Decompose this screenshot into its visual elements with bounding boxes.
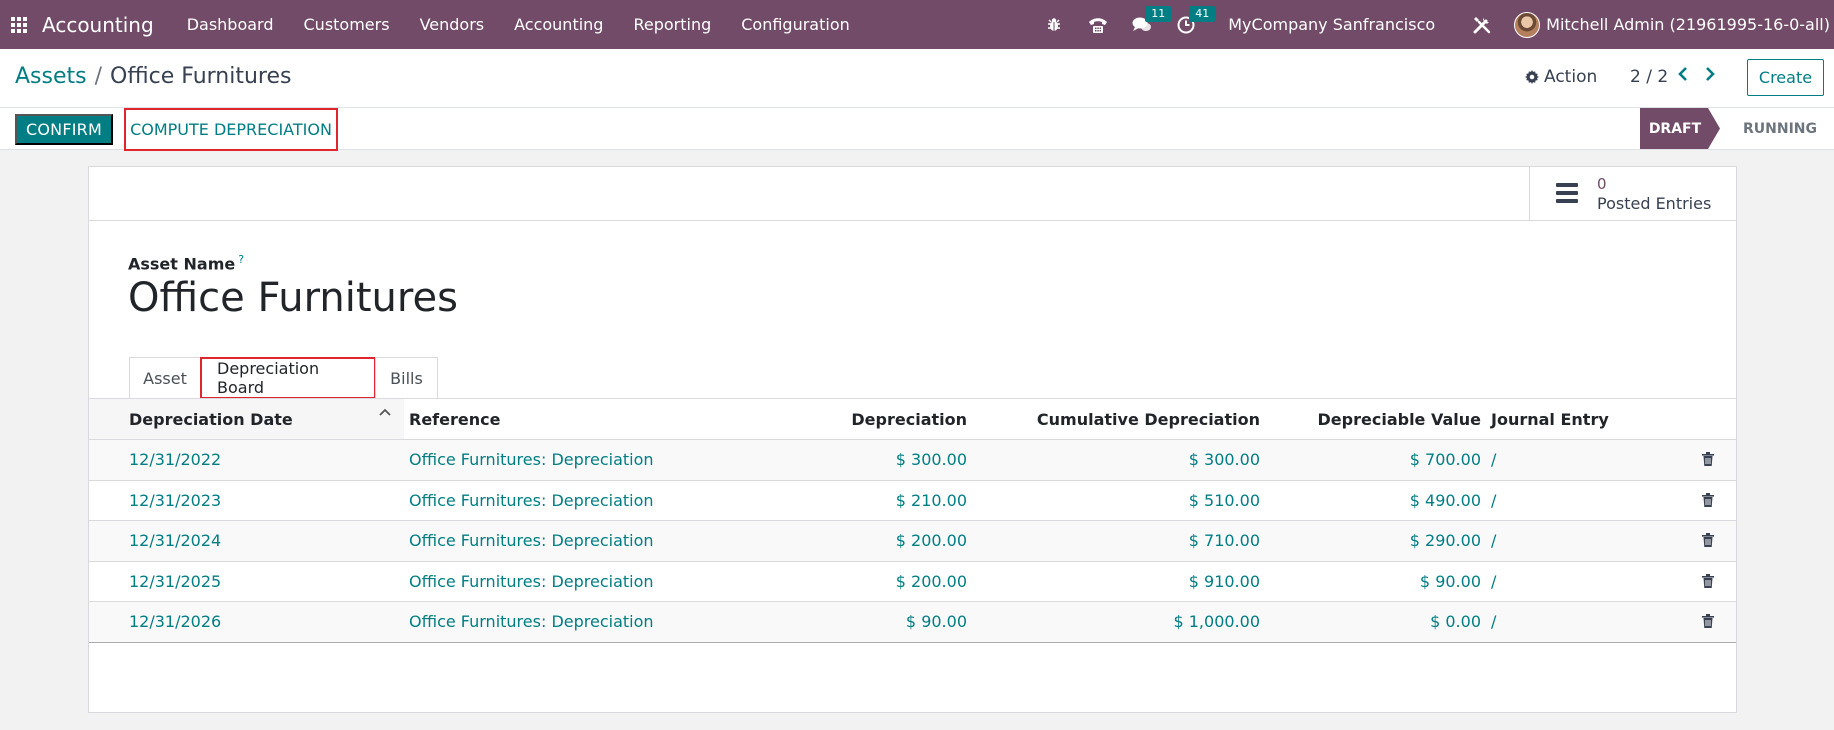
confirm-button[interactable]: CONFIRM [15, 114, 113, 145]
menu-vendors[interactable]: Vendors [420, 15, 485, 34]
posted-entries-count: 0 [1597, 175, 1607, 193]
activity-clock-icon[interactable]: 41 [1175, 5, 1216, 36]
reference-cell[interactable]: Office Furnitures: Depreciation [409, 450, 654, 469]
journal-entry-cell[interactable]: / [1491, 572, 1496, 591]
control-panel: Assets / Office Furnitures Action 2 / 2 … [0, 49, 1834, 107]
trash-icon[interactable] [1702, 613, 1716, 629]
asset-name-field[interactable]: Office Furnitures [128, 275, 458, 321]
table-row[interactable]: 12/31/2022 Office Furnitures: Depreciatio… [89, 440, 1736, 481]
cumulative-depreciation-cell[interactable]: $ 510.00 [1189, 491, 1260, 510]
depreciation-date-cell[interactable]: 12/31/2023 [129, 491, 221, 510]
cumulative-depreciation-cell[interactable]: $ 1,000.00 [1173, 612, 1260, 631]
gear-icon [1525, 70, 1539, 84]
trash-icon[interactable] [1702, 492, 1716, 508]
menu-dashboard[interactable]: Dashboard [187, 15, 274, 34]
user-menu[interactable]: Mitchell Admin (21961995-16-0-all) [1546, 15, 1830, 34]
depreciable-value-cell[interactable]: $ 90.00 [1420, 572, 1481, 591]
depreciation-date-cell[interactable]: 12/31/2026 [129, 612, 221, 631]
depreciation-cell[interactable]: $ 210.00 [896, 491, 967, 510]
pager-value[interactable]: 2 / 2 [1630, 67, 1668, 87]
user-avatar[interactable] [1514, 11, 1541, 38]
trash-icon[interactable] [1702, 573, 1716, 589]
table-row[interactable]: 12/31/2025 Office Furnitures: Depreciatio… [89, 562, 1736, 602]
apps-menu-icon[interactable] [11, 16, 27, 33]
reference-cell[interactable]: Office Furnitures: Depreciation [409, 531, 654, 550]
state-draft[interactable]: DRAFT [1640, 108, 1720, 149]
tools-icon[interactable] [1471, 14, 1493, 36]
depreciation-cell[interactable]: $ 200.00 [896, 531, 967, 550]
menu-configuration[interactable]: Configuration [741, 15, 850, 34]
sort-ascending-icon[interactable] [379, 407, 391, 423]
depreciation-date-cell[interactable]: 12/31/2025 [129, 572, 221, 591]
form-sheet: 0 Posted Entries Asset Name? Office Furn… [88, 166, 1737, 713]
menu-reporting[interactable]: Reporting [633, 15, 711, 34]
state-running[interactable]: RUNNING [1730, 108, 1830, 149]
depreciation-date-cell[interactable]: 12/31/2024 [129, 531, 221, 550]
app-brand[interactable]: Accounting [42, 13, 154, 37]
trash-icon[interactable] [1702, 451, 1716, 467]
pager-previous-icon[interactable] [1677, 66, 1693, 86]
tab-asset[interactable]: Asset [129, 357, 201, 399]
cumulative-depreciation-cell[interactable]: $ 910.00 [1189, 572, 1260, 591]
depreciable-value-cell[interactable]: $ 700.00 [1410, 450, 1481, 469]
depreciation-cell[interactable]: $ 90.00 [906, 612, 967, 631]
action-menu-button[interactable]: Action [1525, 67, 1597, 87]
posted-entries-label: Posted Entries [1597, 194, 1712, 213]
company-switcher[interactable]: MyCompany Sanfrancisco [1228, 15, 1435, 34]
create-button[interactable]: Create [1747, 59, 1824, 96]
top-navbar: Accounting Dashboard Customers Vendors A… [0, 0, 1834, 49]
help-tooltip-icon[interactable]: ? [238, 253, 244, 266]
messages-badge: 11 [1145, 5, 1172, 22]
column-cumulative-depreciation[interactable]: Cumulative Depreciation [1037, 410, 1260, 429]
table-row[interactable]: 12/31/2023 Office Furnitures: Depreciatio… [89, 481, 1736, 521]
notebook-tabs: Asset Depreciation Board Bills [129, 357, 438, 399]
breadcrumb-assets-link[interactable]: Assets [15, 64, 87, 89]
column-depreciation-date[interactable]: Depreciation Date [129, 410, 293, 429]
depreciation-cell[interactable]: $ 300.00 [896, 450, 967, 469]
action-label: Action [1544, 67, 1598, 87]
journal-entry-cell[interactable]: / [1491, 450, 1496, 469]
breadcrumb-current: Office Furnitures [110, 64, 292, 89]
journal-entry-cell[interactable]: / [1491, 531, 1496, 550]
depreciation-table: Depreciation Date Reference Depreciation… [89, 399, 1736, 643]
table-header: Depreciation Date Reference Depreciation… [89, 399, 1736, 440]
reference-cell[interactable]: Office Furnitures: Depreciation [409, 612, 654, 631]
posted-entries-button[interactable]: 0 Posted Entries [1529, 167, 1736, 221]
depreciable-value-cell[interactable]: $ 490.00 [1410, 491, 1481, 510]
phone-icon[interactable] [1087, 14, 1109, 36]
table-row[interactable]: 12/31/2024 Office Furnitures: Depreciatio… [89, 521, 1736, 562]
smart-button-box: 0 Posted Entries [89, 167, 1736, 221]
journal-entry-cell[interactable]: / [1491, 612, 1496, 631]
column-reference[interactable]: Reference [409, 410, 500, 429]
trash-icon[interactable] [1702, 532, 1716, 548]
journal-entry-cell[interactable]: / [1491, 491, 1496, 510]
table-row[interactable]: 12/31/2026 Office Furnitures: Depreciatio… [89, 602, 1736, 643]
activities-badge: 41 [1189, 5, 1216, 22]
breadcrumb-separator: / [94, 64, 103, 89]
pager-next-icon[interactable] [1704, 66, 1720, 86]
depreciable-value-cell[interactable]: $ 0.00 [1430, 612, 1481, 631]
messages-icon[interactable]: 11 [1131, 5, 1172, 36]
reference-cell[interactable]: Office Furnitures: Depreciation [409, 491, 654, 510]
compute-depreciation-button[interactable]: COMPUTE DEPRECIATION [124, 108, 338, 151]
depreciation-date-cell[interactable]: 12/31/2022 [129, 450, 221, 469]
reference-cell[interactable]: Office Furnitures: Depreciation [409, 572, 654, 591]
breadcrumb: Assets / Office Furnitures [15, 64, 291, 89]
list-icon [1556, 183, 1578, 203]
bug-icon[interactable] [1043, 14, 1065, 36]
cumulative-depreciation-cell[interactable]: $ 710.00 [1189, 531, 1260, 550]
column-depreciable-value[interactable]: Depreciable Value [1318, 410, 1481, 429]
depreciation-cell[interactable]: $ 200.00 [896, 572, 967, 591]
column-depreciation[interactable]: Depreciation [851, 410, 967, 429]
column-journal-entry[interactable]: Journal Entry [1491, 410, 1609, 429]
form-statusbar: CONFIRM COMPUTE DEPRECIATION DRAFT RUNNI… [0, 107, 1834, 151]
menu-accounting[interactable]: Accounting [514, 15, 603, 34]
asset-name-label: Asset Name? [128, 253, 245, 274]
cumulative-depreciation-cell[interactable]: $ 300.00 [1189, 450, 1260, 469]
tab-depreciation-board[interactable]: Depreciation Board [200, 357, 376, 399]
menu-customers[interactable]: Customers [304, 15, 390, 34]
tab-bills[interactable]: Bills [375, 357, 438, 399]
depreciable-value-cell[interactable]: $ 290.00 [1410, 531, 1481, 550]
